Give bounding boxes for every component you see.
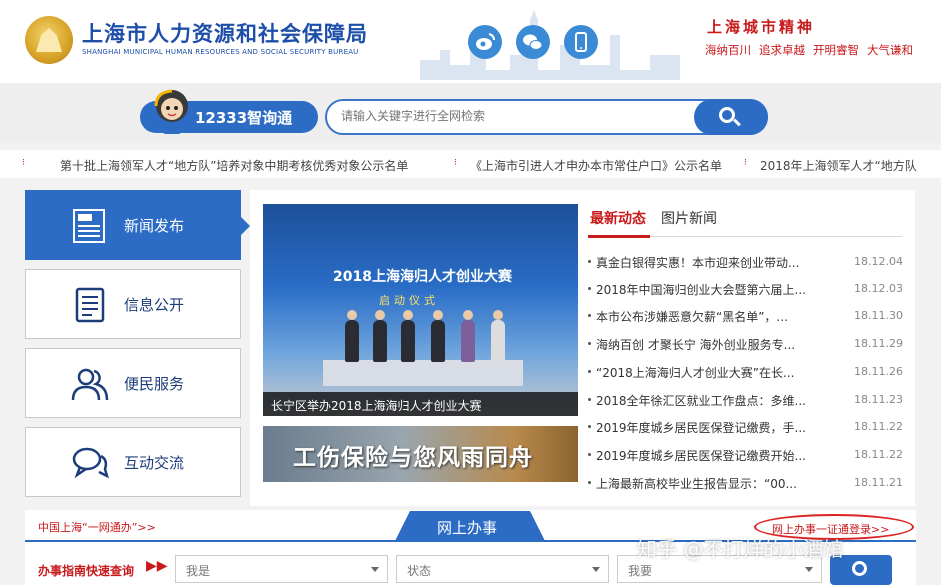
mascot-icon [154, 89, 188, 134]
tab-photo-news[interactable]: 图片新闻 [661, 208, 717, 228]
stage-podium [323, 360, 523, 386]
select-value: 状态 [407, 564, 432, 578]
featured-news-photo[interactable]: 2018上海海归人才创业大赛 启动仪式 长宁区举办2018上海海归人才创业大赛 [263, 204, 578, 416]
newspaper-icon [73, 209, 105, 243]
nav-label: 新闻发布 [124, 217, 185, 235]
double-arrow-icon: ▶▶ [146, 558, 168, 574]
nav-label: 互动交流 [124, 454, 185, 472]
news-date: 18.11.29 [854, 337, 903, 350]
weibo-icon[interactable] [468, 25, 502, 59]
news-list-item[interactable]: 上海最新高校毕业生报告显示：“00... 18.11.21 [588, 472, 904, 494]
search-input[interactable] [341, 109, 691, 123]
news-date: 18.11.23 [854, 393, 903, 406]
nav-active-pointer [241, 217, 250, 235]
banner-text: 工伤保险与您风雨同舟 [293, 445, 533, 471]
nav-item-public-services[interactable]: 便民服务 [25, 348, 241, 418]
news-list-item[interactable]: 2018年中国海归创业大会暨第六届上... 18.12.03 [588, 278, 904, 300]
users-icon [71, 368, 109, 401]
search-button[interactable] [694, 99, 768, 135]
news-list-item[interactable]: 海纳百创 才聚长宁 海外创业服务专... 18.11.29 [588, 333, 904, 355]
online-services-tab[interactable]: 网上办事 [395, 511, 545, 541]
ticker-item[interactable]: 2018年上海领军人才“地方队 [760, 157, 917, 174]
stage-subtitle: 启动仪式 [379, 294, 439, 307]
news-date: 18.12.03 [854, 282, 903, 295]
identity-select[interactable]: 我是 [175, 555, 388, 583]
site-header: 上海市人力资源和社会保障局 SHANGHAI MUNICIPAL HUMAN R… [0, 0, 941, 83]
chevron-down-icon [805, 567, 813, 572]
news-ticker: ⁝ 第十批上海领军人才“地方队”培养对象中期考核优秀对象公示名单 ⁝ 《上海市引… [0, 150, 941, 178]
nav-item-interaction[interactable]: 互动交流 [25, 427, 241, 497]
site-search [325, 99, 768, 135]
tab-latest-news[interactable]: 最新动态 [590, 208, 646, 228]
news-list-item[interactable]: 2018全年徐汇区就业工作盘点：多维... 18.11.23 [588, 389, 904, 411]
nav-item-news[interactable]: 新闻发布 [25, 190, 241, 260]
skyline-decoration [420, 10, 680, 80]
nav-label: 信息公开 [124, 296, 185, 314]
news-list-item[interactable]: 真金白银得实惠！本市迎来创业带动... 18.12.04 [588, 251, 904, 273]
news-list-item[interactable]: 2019年度城乡居民医保登记缴费，手... 18.11.22 [588, 416, 904, 438]
chat-icon [72, 447, 109, 479]
news-date: 18.12.04 [854, 255, 903, 268]
news-list-item[interactable]: 本市公布涉嫌恶意欠薪“黑名单”，... 18.11.30 [588, 305, 904, 327]
bureau-emblem-logo[interactable] [25, 16, 73, 64]
site-title-cn[interactable]: 上海市人力资源和社会保障局 [82, 18, 368, 48]
active-tab-indicator [588, 235, 650, 238]
spirit-word: 开明睿智 [813, 43, 859, 57]
city-spirit-words: 海纳百川 追求卓越 开明睿智 大气谦和 [705, 42, 913, 58]
news-title: 2018全年徐汇区就业工作盘点：多维... [596, 394, 806, 408]
spirit-word: 海纳百川 [705, 43, 751, 57]
ticker-marker-icon: ⁝ [454, 158, 457, 168]
person-figure [373, 310, 387, 362]
document-icon [75, 287, 105, 323]
mobile-icon[interactable] [564, 25, 598, 59]
injury-insurance-banner[interactable]: 工伤保险与您风雨同舟 [263, 426, 578, 482]
news-date: 18.11.26 [854, 365, 903, 378]
news-date: 18.11.22 [854, 420, 903, 433]
news-title: 本市公布涉嫌恶意欠薪“黑名单”，... [596, 310, 788, 324]
news-title: 真金白银得实惠！本市迎来创业带动... [596, 256, 800, 270]
photo-caption: 长宁区举办2018上海海归人才创业大赛 [263, 392, 578, 416]
zhihu-watermark: 知乎 @不打烊的小酒馆 [637, 537, 844, 561]
select-value: 我是 [186, 564, 211, 578]
news-date: 18.11.22 [854, 448, 903, 461]
spirit-word: 追求卓越 [759, 43, 805, 57]
news-title: 海纳百创 才聚长宁 海外创业服务专... [596, 338, 796, 352]
nav-item-info-disclosure[interactable]: 信息公开 [25, 269, 241, 339]
person-figure [461, 310, 475, 362]
yiwang-tongban-link[interactable]: 中国上海“一网通办”>> [38, 519, 156, 535]
chevron-down-icon [371, 567, 379, 572]
news-title: 2019年度城乡居民医保登记缴费开始... [596, 449, 806, 463]
news-title: 2019年度城乡居民医保登记缴费，手... [596, 421, 806, 435]
person-figure [345, 310, 359, 362]
news-list-item[interactable]: 2019年度城乡居民医保登记缴费开始... 18.11.22 [588, 444, 904, 466]
spirit-word: 大气谦和 [867, 43, 913, 57]
ticker-item[interactable]: 第十批上海领军人才“地方队”培养对象中期考核优秀对象公示名单 [60, 157, 408, 174]
photo-caption-text: 长宁区举办2018上海海归人才创业大赛 [271, 399, 482, 413]
hotline-label: 12333智询通 [195, 109, 293, 127]
stage-title: 2018上海海归人才创业大赛 [333, 269, 512, 285]
ticker-marker-icon: ⁝ [22, 158, 25, 168]
guide-quick-search-label: 办事指南快速查询 [38, 564, 135, 578]
news-date: 18.11.30 [854, 309, 903, 322]
news-title: 上海最新高校毕业生报告显示：“00... [596, 477, 797, 491]
person-figure [491, 310, 505, 362]
online-services-label: 网上办事 [437, 519, 498, 537]
news-title: “2018上海海归人才创业大赛”在长... [596, 366, 795, 380]
select-value: 我要 [628, 564, 653, 578]
ticker-item[interactable]: 《上海市引进人才申办本市常住户口》公示名单 [470, 157, 722, 174]
city-spirit-title: 上海城市精神 [707, 18, 816, 36]
news-title: 2018年中国海归创业大会暨第六届上... [596, 283, 806, 297]
news-date: 18.11.21 [854, 476, 903, 489]
status-select[interactable]: 状态 [396, 555, 609, 583]
ticker-marker-icon: ⁝ [744, 158, 747, 168]
wechat-icon[interactable] [516, 25, 550, 59]
person-figure [431, 310, 445, 362]
search-icon [852, 561, 867, 576]
news-list-item[interactable]: “2018上海海归人才创业大赛”在长... 18.11.26 [588, 361, 904, 383]
chevron-down-icon [592, 567, 600, 572]
nav-label: 便民服务 [124, 375, 185, 393]
site-title-en: SHANGHAI MUNICIPAL HUMAN RESOURCES AND S… [82, 48, 359, 56]
person-figure [401, 310, 415, 362]
